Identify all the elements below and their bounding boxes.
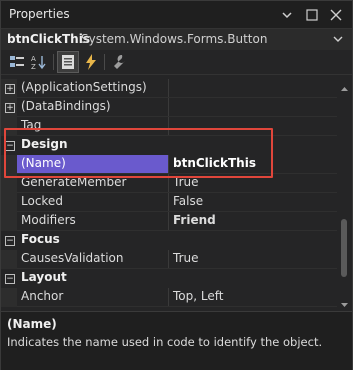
chevron-down-icon[interactable] — [332, 33, 344, 48]
restore-icon[interactable] — [302, 5, 322, 25]
scroll-up-icon[interactable] — [340, 82, 349, 91]
property-name: Anchor — [21, 289, 64, 303]
scrollbar[interactable] — [337, 79, 352, 309]
category-label: Layout — [21, 270, 67, 284]
property-value-input[interactable]: btnClickThis — [173, 156, 256, 170]
description-text: Indicates the name used in code to ident… — [7, 335, 323, 349]
toolbar: A Z — [1, 50, 352, 75]
description-pane: (Name) Indicates the name used in code t… — [1, 311, 352, 370]
object-type: System.Windows.Forms.Button — [81, 32, 268, 46]
property-value[interactable]: Top, Left — [173, 289, 223, 303]
property-value[interactable]: False — [173, 194, 203, 208]
events-icon[interactable] — [81, 52, 101, 72]
collapse-icon[interactable]: − — [5, 236, 15, 246]
property-name: Modifiers — [21, 213, 76, 227]
property-name: GenerateMember — [21, 175, 127, 189]
expand-icon[interactable]: + — [5, 103, 15, 113]
alphabetical-view-icon[interactable]: A Z — [29, 52, 49, 72]
scroll-down-icon[interactable] — [340, 298, 349, 307]
property-pages-icon[interactable] — [109, 52, 129, 72]
collapse-icon[interactable]: − — [5, 141, 15, 151]
property-name: (DataBindings) — [21, 99, 111, 113]
category-focus[interactable]: − Focus — [1, 231, 337, 250]
category-label: Design — [21, 137, 68, 151]
property-name: (ApplicationSettings) — [21, 80, 147, 94]
category-design[interactable]: − Design — [1, 136, 337, 155]
property-row-name[interactable]: (Name) btnClickThis — [1, 155, 337, 174]
property-value[interactable]: True — [173, 251, 199, 265]
scroll-thumb[interactable] — [341, 219, 347, 277]
properties-icon[interactable] — [57, 51, 79, 73]
description-title: (Name) — [7, 317, 57, 331]
dropdown-icon[interactable] — [277, 5, 297, 25]
property-name: Locked — [21, 194, 63, 208]
svg-text:A: A — [31, 55, 36, 63]
property-row-databindings[interactable]: + (DataBindings) — [1, 98, 337, 117]
property-name: CausesValidation — [21, 251, 124, 265]
property-value[interactable]: Friend — [173, 213, 216, 227]
property-name: Tag — [21, 118, 42, 132]
property-value[interactable]: True — [173, 175, 199, 189]
window-title: Properties — [9, 7, 70, 21]
object-selector[interactable]: btnClickThis System.Windows.Forms.Button — [1, 28, 352, 51]
collapse-icon[interactable]: − — [5, 274, 15, 284]
property-row-causesvalidation[interactable]: CausesValidation True — [1, 250, 337, 269]
property-grid: + (ApplicationSettings) + (DataBindings)… — [1, 79, 337, 309]
property-row-generatemember[interactable]: GenerateMember True — [1, 174, 337, 193]
property-row-tag[interactable]: Tag — [1, 117, 337, 136]
expand-icon[interactable]: + — [5, 84, 15, 94]
categorized-view-icon[interactable] — [7, 52, 27, 72]
property-row-anchor[interactable]: Anchor Top, Left — [1, 288, 337, 307]
object-name: btnClickThis — [7, 32, 90, 46]
property-row-applicationsettings[interactable]: + (ApplicationSettings) — [1, 79, 337, 98]
close-icon[interactable] — [326, 5, 346, 25]
category-label: Focus — [21, 232, 60, 246]
property-name: (Name) — [21, 156, 66, 170]
title-bar: Properties — [1, 1, 352, 28]
properties-window: Properties btnClickThis System.Windows.F… — [0, 0, 353, 370]
svg-text:Z: Z — [31, 63, 36, 71]
category-layout[interactable]: − Layout — [1, 269, 337, 288]
property-row-locked[interactable]: Locked False — [1, 193, 337, 212]
property-row-modifiers[interactable]: Modifiers Friend — [1, 212, 337, 231]
